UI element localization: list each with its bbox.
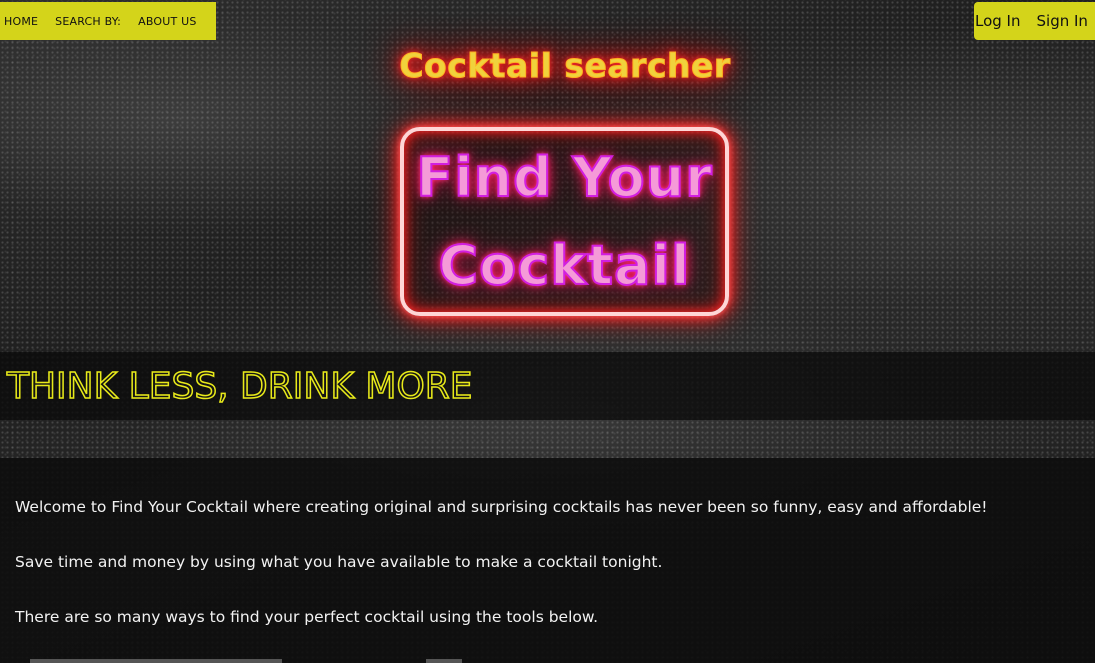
neon-sign-line-2: Cocktail bbox=[438, 233, 691, 298]
tagline-band: THINK LESS, DRINK MORE bbox=[0, 352, 1095, 420]
nav-home-link[interactable]: HOME bbox=[4, 15, 38, 28]
page: HOME SEARCH BY: ABOUT US Log In Sign In … bbox=[0, 0, 1095, 663]
neon-sign: Find Your Cocktail bbox=[400, 127, 729, 316]
neon-sign-line-1: Find Your bbox=[415, 145, 713, 210]
main-nav: HOME SEARCH BY: ABOUT US bbox=[0, 2, 216, 40]
site-title: Cocktail searcher bbox=[399, 46, 731, 86]
intro-paragraph: Save time and money by using what you ha… bbox=[15, 553, 663, 571]
nav-search-by-link[interactable]: SEARCH BY: bbox=[55, 15, 121, 28]
intro-paragraph: There are so many ways to find your perf… bbox=[15, 608, 599, 626]
intro-panel: Welcome to Find Your Cocktail where crea… bbox=[0, 458, 1095, 663]
auth-nav: Log In Sign In bbox=[974, 2, 1095, 40]
nav-about-us-link[interactable]: ABOUT US bbox=[138, 15, 196, 28]
intro-paragraph: Welcome to Find Your Cocktail where crea… bbox=[15, 498, 988, 516]
log-in-link[interactable]: Log In bbox=[975, 12, 1021, 30]
sign-in-link[interactable]: Sign In bbox=[1037, 12, 1088, 30]
tool-card-edge bbox=[426, 659, 462, 663]
tool-card-edge bbox=[30, 659, 282, 663]
tagline: THINK LESS, DRINK MORE bbox=[6, 365, 473, 408]
